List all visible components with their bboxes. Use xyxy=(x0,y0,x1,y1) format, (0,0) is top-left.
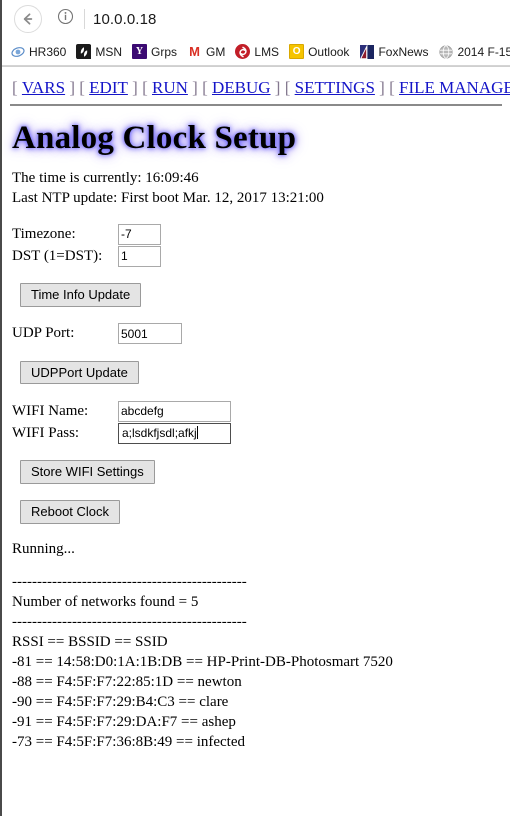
networks-found-count: Number of networks found = 5 xyxy=(12,594,199,611)
nav-bracket-open: [ xyxy=(202,78,208,97)
nav-bracket-close: ] xyxy=(274,78,281,97)
udp-port-update-button[interactable]: UDPPort Update xyxy=(20,360,139,385)
site-info-button[interactable] xyxy=(52,6,78,32)
site-nav: [ VARS ] [ EDIT ] [ RUN ] [ DEBUG ] [ SE… xyxy=(10,73,510,100)
bookmark-label: MSN xyxy=(95,44,123,59)
outlook-icon: O xyxy=(289,44,305,59)
timezone-label: Timezone: xyxy=(12,225,76,242)
address-separator xyxy=(84,9,85,29)
wifi-name-row: WIFI Name: xyxy=(12,400,502,422)
bookmark-grps[interactable]: Y Grps xyxy=(128,43,181,60)
nav-bracket-open: [ xyxy=(79,78,85,97)
time-info-update-button[interactable]: Time Info Update xyxy=(20,283,142,307)
wifi-name-label: WIFI Name: xyxy=(12,402,89,419)
yahoo-groups-icon: Y xyxy=(132,44,148,59)
dst-row: DST (1=DST): xyxy=(12,245,502,267)
browser-toolbar: 10.0.0.18 xyxy=(2,0,510,38)
browser-window: 10.0.0.18 HR360 MSN Y Grps M GM LMS O Ou… xyxy=(0,0,510,816)
current-time-text: The time is currently: 16:09:46 xyxy=(12,170,199,187)
bookmark-label: Grps xyxy=(151,44,178,59)
bookmark-label: HR360 xyxy=(29,44,67,59)
nav-link-debug[interactable]: DEBUG xyxy=(212,78,271,97)
page-content: [ VARS ] [ EDIT ] [ RUN ] [ DEBUG ] [ SE… xyxy=(2,67,510,753)
nav-bracket-open: [ xyxy=(12,78,18,97)
network-row: -81 == 14:58:D0:1A:1B:DB == HP-Print-DB-… xyxy=(12,654,393,671)
nav-link-file-manager[interactable]: FILE MANAGER xyxy=(399,78,510,97)
reboot-clock-button[interactable]: Reboot Clock xyxy=(20,499,121,524)
bookmark-label: 2014 F-150 xyxy=(457,44,510,59)
time-info-form: Timezone: DST (1=DST): Time Info Update xyxy=(10,223,502,307)
nav-bracket-close: ] xyxy=(69,78,75,97)
back-button[interactable] xyxy=(14,5,42,33)
nav-bracket-open: [ xyxy=(142,78,148,97)
timezone-input[interactable] xyxy=(118,223,161,245)
hr360-icon xyxy=(10,44,25,59)
nav-bracket-close: ] xyxy=(192,78,198,97)
gmail-icon: M xyxy=(189,44,200,59)
browser-chrome: 10.0.0.18 HR360 MSN Y Grps M GM LMS O Ou… xyxy=(2,0,510,67)
bookmark-2014-f150[interactable]: 2014 F-150 xyxy=(434,43,510,60)
bookmark-label: LMS xyxy=(254,44,280,59)
udp-port-row: UDP Port: xyxy=(12,323,502,345)
bookmark-outlook[interactable]: O Outlook xyxy=(285,43,353,60)
bookmark-foxnews[interactable]: FoxNews xyxy=(355,43,432,60)
msn-butterfly-icon xyxy=(76,44,92,59)
bookmark-label: Outlook xyxy=(308,44,350,59)
bookmark-label: FoxNews xyxy=(378,44,429,59)
nav-bracket-close: ] xyxy=(132,78,138,97)
back-arrow-icon xyxy=(20,11,36,27)
dst-input[interactable] xyxy=(118,245,161,267)
nav-bracket-open: [ xyxy=(284,78,291,97)
bookmarks-bar: HR360 MSN Y Grps M GM LMS O Outlook FoxN… xyxy=(2,38,510,66)
network-row: -90 == F4:5F:F7:29:B4:C3 == clare xyxy=(12,694,229,711)
udp-port-input[interactable] xyxy=(118,323,182,345)
divider-bottom: ----------------------------------------… xyxy=(12,614,247,631)
bookmark-hr360[interactable]: HR360 xyxy=(6,43,70,60)
address-bar-url[interactable]: 10.0.0.18 xyxy=(93,11,156,28)
store-wifi-settings-button[interactable]: Store WIFI Settings xyxy=(20,460,155,484)
timezone-row: Timezone: xyxy=(12,223,502,245)
bookmark-gm[interactable]: M GM xyxy=(183,43,229,60)
network-row: -73 == F4:5F:F7:36:8B:49 == infected xyxy=(12,733,246,750)
dst-label: DST (1=DST): xyxy=(12,247,103,264)
wifi-pass-row: WIFI Pass: a;lsdkfjsdl;afkj xyxy=(12,422,502,444)
wifi-name-input[interactable] xyxy=(118,400,231,422)
network-table-header: RSSI == BSSID == SSID xyxy=(12,634,168,651)
nav-divider xyxy=(10,104,502,107)
foxnews-icon xyxy=(359,44,375,59)
page-title: Analog Clock Setup xyxy=(12,120,297,157)
wifi-pass-label: WIFI Pass: xyxy=(12,424,80,441)
wifi-pass-wrapper: a;lsdkfjsdl;afkj xyxy=(118,422,231,444)
bookmark-label: GM xyxy=(206,44,226,59)
globe-icon xyxy=(438,44,453,59)
bookmark-lms[interactable]: LMS xyxy=(231,43,283,60)
divider-top: ----------------------------------------… xyxy=(12,574,247,591)
lms-icon xyxy=(235,44,251,59)
nav-link-edit[interactable]: EDIT xyxy=(89,78,128,97)
udp-port-form: UDP Port: UDPPort Update xyxy=(10,323,502,385)
info-circle-icon xyxy=(57,8,74,30)
nav-bracket-open: [ xyxy=(389,78,395,97)
network-row: -88 == F4:5F:F7:22:85:1D == newton xyxy=(12,674,242,691)
wifi-pass-input[interactable] xyxy=(118,422,231,444)
ntp-update-text: Last NTP update: First boot Mar. 12, 201… xyxy=(12,190,324,207)
nav-bracket-close: ] xyxy=(379,78,385,97)
wifi-settings-form: WIFI Name: WIFI Pass: a;lsdkfjsdl;afkj S… xyxy=(10,400,502,484)
nav-link-vars[interactable]: VARS xyxy=(22,78,65,97)
nav-link-settings[interactable]: SETTINGS xyxy=(295,78,375,97)
bookmark-msn[interactable]: MSN xyxy=(72,43,126,60)
udp-port-label: UDP Port: xyxy=(12,325,75,342)
running-status: Running... xyxy=(12,540,75,557)
network-row: -91 == F4:5F:F7:29:DA:F7 == ashep xyxy=(12,714,236,730)
nav-link-run[interactable]: RUN xyxy=(152,78,188,97)
